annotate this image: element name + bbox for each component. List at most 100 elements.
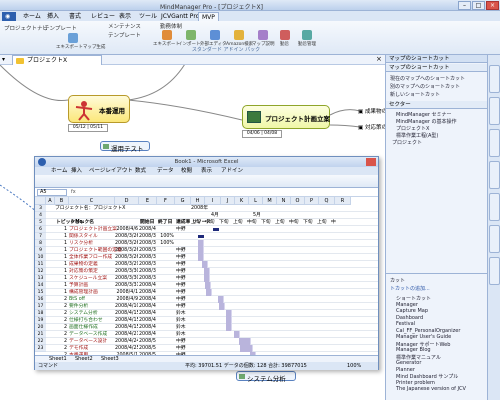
table-cell-res[interactable]: 中野	[176, 254, 190, 261]
shortcut-list-item[interactable]: Planner	[396, 367, 415, 373]
vtab-4[interactable]	[489, 161, 500, 189]
zoom-level[interactable]: 100%	[347, 362, 361, 370]
table-cell-res[interactable]: 中野	[176, 296, 190, 303]
xl-tab-view[interactable]: 表示	[201, 167, 212, 175]
vtab-1[interactable]	[489, 65, 500, 93]
section-sector[interactable]: セクター	[386, 101, 488, 109]
table-cell-no[interactable]: 1	[55, 247, 67, 254]
column-header[interactable]: K	[235, 197, 249, 205]
table-cell-pct[interactable]	[157, 331, 174, 338]
tree-item-seminar[interactable]: MindManager セミナー	[396, 111, 452, 118]
table-cell-res[interactable]	[176, 240, 190, 247]
table-header-cell[interactable]: 開始日	[140, 219, 154, 226]
table-cell-no[interactable]: 2	[55, 338, 67, 345]
table-cell-start[interactable]: 2008/4/9	[115, 296, 138, 303]
tab-tools[interactable]: ツール	[136, 12, 160, 21]
row-header[interactable]: 22	[35, 338, 46, 345]
shift-button[interactable]: 勤務体制	[160, 22, 182, 30]
row-header[interactable]: 8	[35, 240, 46, 247]
table-cell-pct[interactable]	[157, 296, 174, 303]
table-cell-pct[interactable]	[157, 275, 174, 282]
table-header-cell[interactable]: 達成率	[176, 219, 190, 226]
row-header[interactable]: 15	[35, 289, 46, 296]
table-cell-pct[interactable]	[157, 226, 174, 233]
table-cell-start[interactable]: 2008/3/26	[115, 254, 138, 261]
shortcut-list-item[interactable]: Printer problem	[396, 380, 435, 386]
table-cell-res[interactable]: 中野	[176, 345, 190, 352]
shortcut-list-item[interactable]: Cal_FF_PersonalOrganizer	[396, 328, 460, 334]
table-cell-end[interactable]: 2008/3/28	[139, 247, 156, 254]
table-cell-no[interactable]: 1	[55, 254, 67, 261]
column-header[interactable]: D	[115, 197, 139, 205]
row-header[interactable]: 10	[35, 254, 46, 261]
shortcut-current-map[interactable]: 現在のマップへのショートカット	[390, 75, 465, 82]
xl-tab-data[interactable]: データ	[157, 167, 174, 175]
table-cell-no[interactable]: 1	[55, 268, 67, 275]
xl-tab-addin[interactable]: アドイン	[221, 167, 243, 175]
table-cell-no[interactable]: 2	[55, 345, 67, 352]
column-header[interactable]: O	[291, 197, 305, 205]
table-cell-end[interactable]: 2008/3/31	[139, 268, 156, 275]
tab-insert[interactable]: 挿入	[44, 12, 62, 21]
project-navi-label[interactable]: プロジェクトナビ	[4, 24, 48, 32]
table-cell-pct[interactable]	[157, 338, 174, 345]
column-header[interactable]: C	[69, 197, 115, 205]
table-cell-end[interactable]: 2008/5/1	[139, 338, 156, 345]
node-system-analysis[interactable]: システム分析	[236, 371, 296, 383]
table-cell-no[interactable]: 2	[55, 303, 67, 310]
table-cell-res[interactable]: 鈴木	[176, 331, 190, 338]
close-button[interactable]: ×	[486, 1, 499, 10]
amazon-search-icon[interactable]	[234, 30, 244, 40]
row-header[interactable]: 16	[35, 296, 46, 303]
xl-tab-formulas[interactable]: 数式	[135, 167, 146, 175]
table-cell-res[interactable]: 中野	[176, 303, 190, 310]
xl-tab-pagelayout[interactable]: ページレイアウト	[89, 167, 133, 175]
column-header[interactable]: B	[55, 197, 69, 205]
export-icon[interactable]	[162, 30, 172, 40]
table-cell-res[interactable]: 中野	[176, 226, 190, 233]
shortcut-list-item[interactable]: Manager User's Guide	[396, 334, 451, 340]
xl-tab-insert[interactable]: 挿入	[71, 167, 82, 175]
table-cell-end[interactable]: 2008/3/28	[139, 240, 156, 247]
section-map-shortcuts[interactable]: マップのショートカット	[386, 64, 488, 72]
table-cell-pct[interactable]	[157, 261, 174, 268]
name-box[interactable]: A5	[37, 189, 67, 196]
table-cell-no[interactable]: 1	[55, 240, 67, 247]
table-cell-start[interactable]: 2008/4/6	[115, 226, 138, 233]
vtab-3[interactable]	[489, 129, 500, 157]
table-cell-start[interactable]: 2008/3/26	[115, 233, 138, 240]
column-header[interactable]: J	[221, 197, 235, 205]
select-all-corner[interactable]	[35, 197, 46, 205]
maintenance-button[interactable]: メンテナンス	[108, 22, 141, 30]
table-cell-no[interactable]: 1	[55, 226, 67, 233]
row-header[interactable]: 9	[35, 247, 46, 254]
tab-jcvgantt[interactable]: JCVGantt Pro	[158, 12, 202, 21]
table-cell-pct[interactable]	[157, 268, 174, 275]
table-cell-res[interactable]: 中野	[176, 247, 190, 254]
table-cell-pct[interactable]	[157, 254, 174, 261]
table-cell-res[interactable]: 中野	[176, 289, 190, 296]
import-icon[interactable]	[186, 30, 196, 40]
table-cell-pct[interactable]	[157, 310, 174, 317]
column-header[interactable]: E	[139, 197, 157, 205]
shortcut-other-map[interactable]: 別のマップへのショートカット	[390, 83, 460, 90]
external-editor-icon[interactable]	[210, 30, 220, 40]
row-header[interactable]: 5	[35, 219, 46, 226]
tab-mvp[interactable]: MVP	[198, 12, 219, 21]
table-cell-res[interactable]	[176, 233, 190, 240]
column-header[interactable]: Q	[319, 197, 335, 205]
table-cell-start[interactable]: 2008/3/29	[115, 261, 138, 268]
row-header[interactable]: 14	[35, 282, 46, 289]
row-header[interactable]: 18	[35, 310, 46, 317]
table-cell-start[interactable]: 2008/3/30	[115, 268, 138, 275]
shortcut-list-item[interactable]: Manager	[396, 302, 418, 308]
tree-item-standard[interactable]: 標準作業工程(A型)	[396, 132, 438, 139]
table-cell-start[interactable]: 2008/4/25	[115, 345, 138, 352]
table-cell-start[interactable]: 2008/3/26	[115, 240, 138, 247]
template-label[interactable]: テンプレート	[44, 24, 77, 32]
attendance-button[interactable]: 勤怠	[280, 41, 289, 47]
table-cell-end[interactable]: 2008/4/16	[139, 317, 156, 324]
tree-item-projectx[interactable]: プロジェクトX	[396, 125, 429, 132]
table-cell-start[interactable]: 2008/4/1	[115, 289, 138, 296]
shortcut-list-item[interactable]: Festival	[396, 321, 415, 327]
